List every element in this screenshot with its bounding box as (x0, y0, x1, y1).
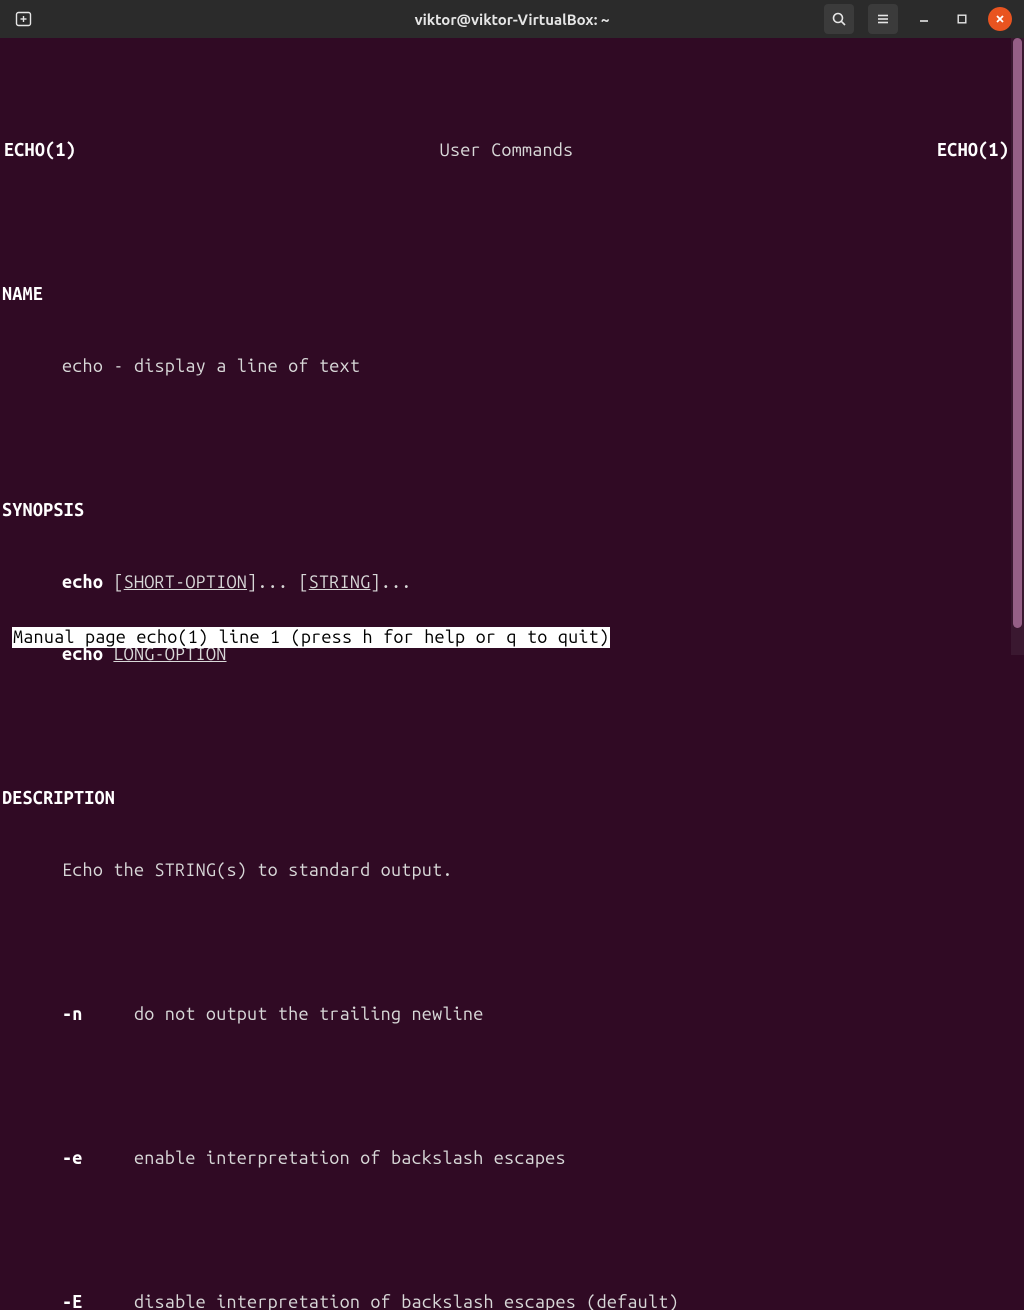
man-header-left: ECHO(1) (4, 138, 76, 162)
syn-opt-short: SHORT-OPTION (124, 572, 247, 592)
section-description: DESCRIPTION (2, 786, 1011, 810)
man-header-center: User Commands (440, 138, 574, 162)
minimize-button[interactable] (912, 7, 936, 31)
syn-opt-string: STRING (309, 572, 371, 592)
titlebar-right (824, 4, 1016, 34)
terminal-viewport[interactable]: ECHO(1) User Commands ECHO(1) NAME echo … (0, 38, 1011, 655)
menu-button[interactable] (868, 4, 898, 34)
option-e: -e enable interpretation of backslash es… (2, 1146, 1011, 1170)
titlebar: viktor@viktor-VirtualBox: ~ (0, 0, 1024, 38)
section-synopsis: SYNOPSIS (2, 498, 1011, 522)
man-header-right: ECHO(1) (937, 138, 1009, 162)
option-E-cap: -E disable interpretation of backslash e… (2, 1290, 1011, 1310)
synopsis-line-1: echo [SHORT-OPTION]... [STRING]... (2, 570, 1011, 594)
man-status-line: Manual page echo(1) line 1 (press h for … (12, 627, 610, 648)
scrollbar-track[interactable] (1011, 38, 1024, 655)
search-button[interactable] (824, 4, 854, 34)
close-button[interactable] (988, 7, 1012, 31)
new-tab-icon[interactable] (14, 9, 34, 29)
desc-intro: Echo the STRING(s) to standard output. (2, 858, 1011, 882)
maximize-button[interactable] (950, 7, 974, 31)
manpage-content: ECHO(1) User Commands ECHO(1) NAME echo … (0, 86, 1011, 1310)
man-header-row: ECHO(1) User Commands ECHO(1) (2, 138, 1011, 162)
name-line: echo - display a line of text (2, 354, 1011, 378)
option-n: -n do not output the trailing newline (2, 1002, 1011, 1026)
section-name: NAME (2, 282, 1011, 306)
syn-cmd: echo (62, 572, 103, 592)
scrollbar-thumb[interactable] (1013, 38, 1022, 628)
titlebar-left (8, 9, 34, 29)
